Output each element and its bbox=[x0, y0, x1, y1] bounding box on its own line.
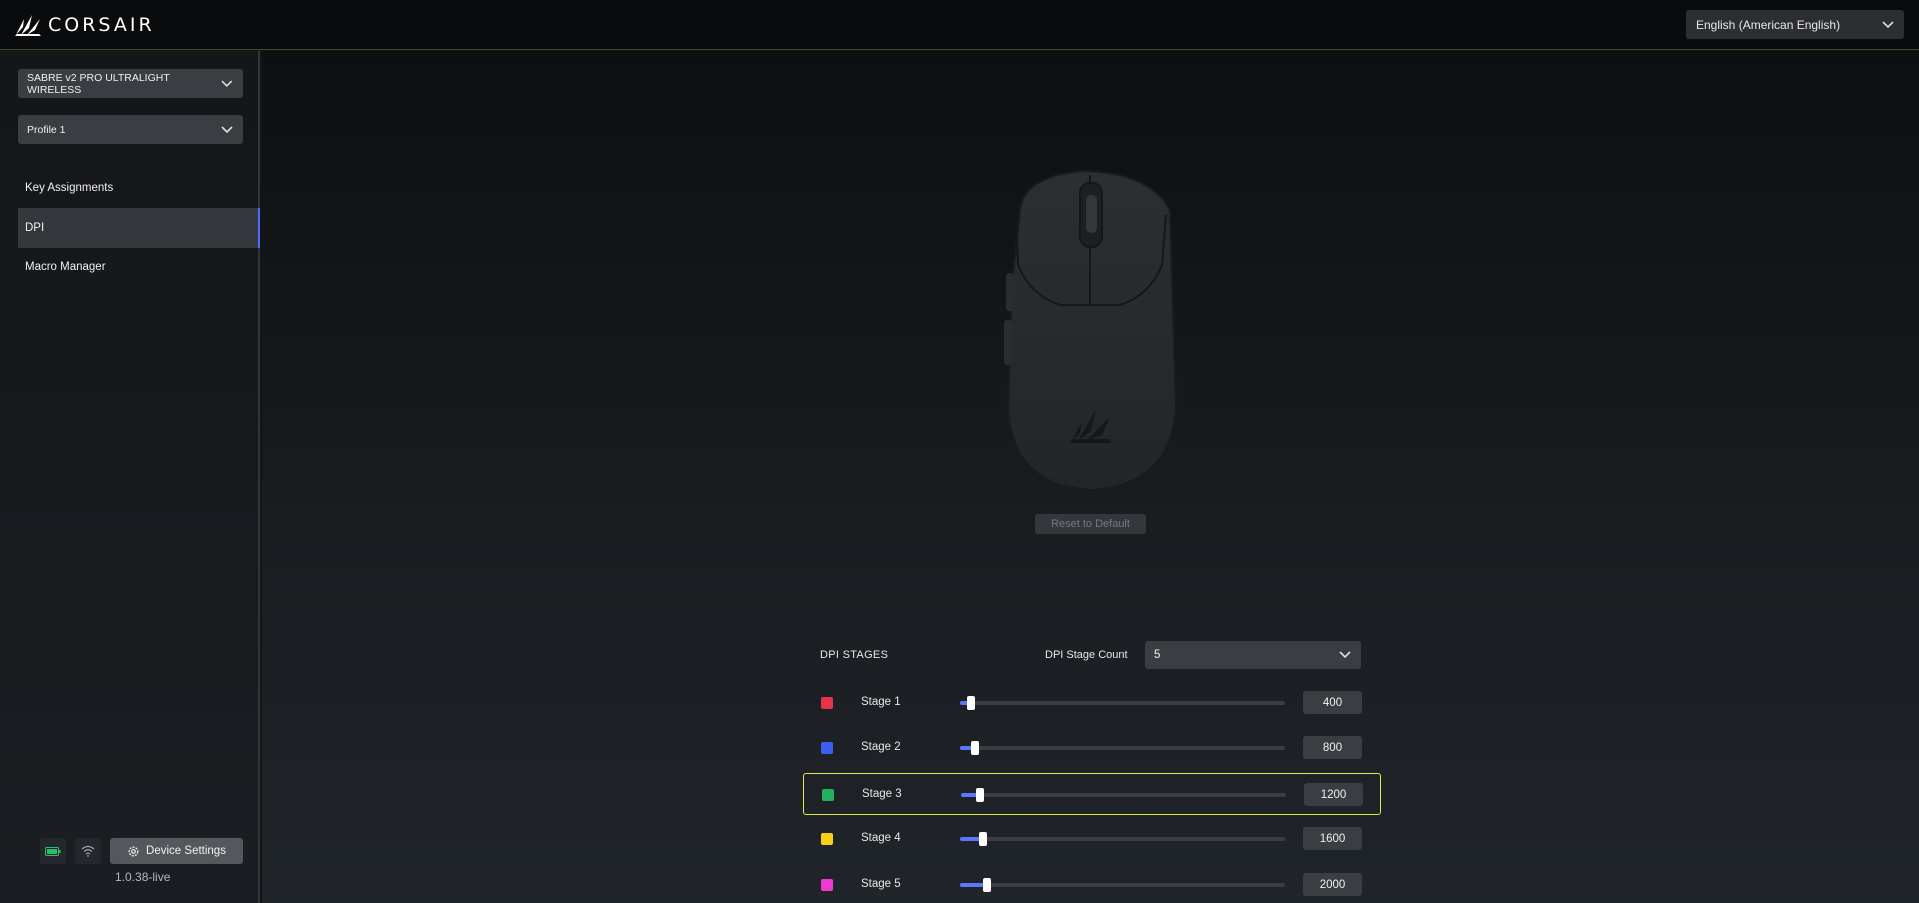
device-select[interactable]: SABRE v2 PRO ULTRALIGHT WIRELESS bbox=[18, 69, 243, 98]
profile-select[interactable]: Profile 1 bbox=[18, 115, 243, 144]
dpi-stage-row-5[interactable]: Stage 5 2000 bbox=[803, 864, 1381, 903]
dpi-slider-thumb[interactable] bbox=[970, 741, 979, 755]
dpi-stage-row-1[interactable]: Stage 1 400 bbox=[803, 682, 1381, 724]
wireless-status[interactable] bbox=[75, 838, 101, 864]
stage-label: Stage 1 bbox=[861, 696, 901, 708]
app-version: 1.0.38-live bbox=[115, 870, 171, 884]
dpi-stages-title: DPI STAGES bbox=[820, 649, 889, 661]
dpi-stage-count-label: DPI Stage Count bbox=[1045, 649, 1128, 661]
chevron-down-icon bbox=[1339, 651, 1351, 659]
dpi-slider-thumb[interactable] bbox=[982, 878, 991, 892]
stage-color-swatch[interactable] bbox=[821, 742, 833, 754]
dpi-value-input[interactable]: 2000 bbox=[1303, 873, 1362, 896]
stage-color-swatch[interactable] bbox=[822, 789, 834, 801]
stage-label: Stage 4 bbox=[861, 832, 901, 844]
sidebar-item-label: Key Assignments bbox=[25, 182, 114, 194]
corsair-sails-icon bbox=[15, 15, 41, 36]
chevron-down-icon bbox=[221, 80, 233, 87]
battery-status[interactable] bbox=[40, 838, 66, 864]
sidebar-item-key-assignments[interactable]: Key Assignments bbox=[18, 168, 260, 208]
sidebar-item-dpi[interactable]: DPI bbox=[18, 208, 260, 248]
dpi-slider[interactable] bbox=[961, 788, 1286, 802]
dpi-value-input[interactable]: 400 bbox=[1303, 691, 1362, 714]
chevron-down-icon bbox=[221, 125, 233, 133]
language-value: English (American English) bbox=[1696, 17, 1841, 32]
dpi-value-input[interactable]: 1600 bbox=[1303, 827, 1362, 850]
device-settings-label: Device Settings bbox=[146, 845, 226, 857]
app-header: CORSAIR English (American English) bbox=[0, 0, 1919, 50]
corsair-logo: CORSAIR bbox=[14, 12, 155, 38]
dpi-slider[interactable] bbox=[960, 696, 1285, 710]
dpi-slider[interactable] bbox=[960, 878, 1285, 892]
dpi-stage-count-select[interactable]: 5 bbox=[1145, 641, 1361, 669]
stage-color-swatch[interactable] bbox=[821, 697, 833, 709]
stage-label: Stage 3 bbox=[862, 788, 902, 800]
language-select[interactable]: English (American English) bbox=[1686, 10, 1904, 39]
mouse-image bbox=[1000, 165, 1180, 495]
device-settings-button[interactable]: Device Settings bbox=[110, 838, 243, 864]
dpi-stage-count-value: 5 bbox=[1154, 649, 1161, 661]
dpi-stage-row-2[interactable]: Stage 2 800 bbox=[803, 727, 1381, 769]
sidebar-item-label: Macro Manager bbox=[25, 261, 106, 273]
dpi-stage-row-3[interactable]: Stage 3 1200 bbox=[803, 773, 1381, 815]
device-value: SABRE v2 PRO ULTRALIGHT WIRELESS bbox=[27, 71, 170, 96]
sidebar: SABRE v2 PRO ULTRALIGHT WIRELESS Profile… bbox=[0, 51, 260, 903]
stage-color-swatch[interactable] bbox=[821, 833, 833, 845]
dpi-stage-row-4[interactable]: Stage 4 1600 bbox=[803, 818, 1381, 860]
sidebar-item-label: DPI bbox=[25, 222, 45, 234]
profile-value: Profile 1 bbox=[27, 123, 66, 136]
dpi-slider-thumb[interactable] bbox=[966, 696, 975, 710]
dpi-slider-thumb[interactable] bbox=[975, 788, 984, 802]
dpi-slider[interactable] bbox=[960, 832, 1285, 846]
brand-name: CORSAIR bbox=[48, 14, 155, 36]
wireless-icon bbox=[81, 845, 95, 857]
stage-color-swatch[interactable] bbox=[821, 879, 833, 891]
stage-label: Stage 5 bbox=[861, 878, 901, 890]
dpi-slider-thumb[interactable] bbox=[978, 832, 987, 846]
dpi-slider[interactable] bbox=[960, 741, 1285, 755]
gear-icon bbox=[128, 846, 139, 856]
sidebar-item-macro-manager[interactable]: Macro Manager bbox=[18, 247, 260, 287]
dpi-value-input[interactable]: 1200 bbox=[1304, 783, 1363, 806]
dpi-value-input[interactable]: 800 bbox=[1303, 736, 1362, 759]
stage-label: Stage 2 bbox=[861, 741, 901, 753]
reset-to-default-button[interactable]: Reset to Default bbox=[1035, 514, 1146, 534]
battery-icon bbox=[45, 846, 61, 856]
chevron-down-icon bbox=[1882, 20, 1894, 28]
